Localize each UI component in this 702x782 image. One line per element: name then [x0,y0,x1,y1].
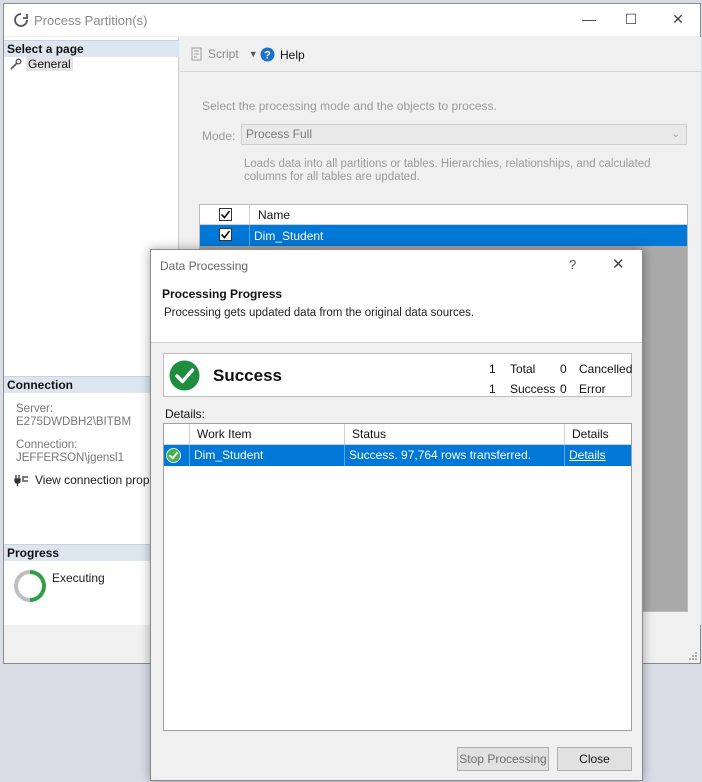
table-row[interactable]: Dim_Student Success. 97,764 rows transfe… [164,445,631,466]
work-item-column-header[interactable]: Work Item [190,424,345,444]
connection-label: Connection: [16,439,78,451]
progress-spinner-icon [14,570,46,602]
work-item-cell: Dim_Student [190,445,345,466]
row-checkbox[interactable] [219,228,232,241]
dialog-title-bar: Data Processing ? ✕ [151,250,642,281]
details-cell: Details [565,445,633,466]
svg-text:?: ? [264,50,271,62]
mode-label: Mode: [202,129,236,143]
mode-select[interactable]: Process Full ⌄ [241,124,687,145]
maximize-button[interactable]: ☐ [623,11,639,27]
mode-description: Loads data into all partitions or tables… [244,158,651,183]
view-connection-label: View connection propert [35,473,164,487]
success-check-icon [166,448,181,463]
grid-header: Name [200,205,687,225]
process-icon [14,13,28,27]
status-column-header[interactable]: Status [345,424,565,444]
icon-column-header [164,424,190,444]
cancelled-count: 0 [560,362,567,376]
error-label: Error [579,382,606,396]
script-dropdown-icon[interactable]: ▼ [249,49,258,59]
title-bar: Process Partition(s) — ☐ ✕ [4,4,700,36]
success-check-icon [169,360,200,391]
status-cell: Success. 97,764 rows transferred. [345,445,565,466]
connection-value: JEFFERSON\jgensl1 [16,452,125,464]
dialog-header: Processing Progress Processing gets upda… [151,281,642,343]
error-count: 0 [560,382,567,396]
progress-status: Executing [52,571,105,585]
window-title: Process Partition(s) [34,13,148,28]
row-name: Dim_Student [254,229,324,243]
server-label: Server: [16,403,54,415]
resize-grip-icon[interactable] [688,651,698,661]
details-label: Details: [165,407,206,421]
chevron-down-icon: ⌄ [671,129,680,140]
details-grid-header: Work Item Status Details [164,424,631,445]
server-value: E275DWDBH2\BITBM [16,416,132,428]
close-button[interactable]: Close [557,747,632,771]
instruction-text: Select the processing mode and the objec… [202,99,497,113]
details-column-header[interactable]: Details [565,424,633,444]
dialog-heading: Processing Progress [162,287,283,301]
total-count: 1 [489,362,496,376]
success-count: 1 [489,382,496,396]
select-all-cell[interactable] [200,205,250,224]
minimize-button[interactable]: — [581,11,597,27]
details-grid: Work Item Status Details Dim_Student Suc… [163,423,632,731]
help-label: Help [280,47,305,62]
wrench-icon [10,58,22,70]
script-icon [191,47,202,61]
row-check-cell[interactable] [200,225,250,246]
script-button[interactable]: Script ▼ [190,47,258,61]
status-summary: Success 1 Total 0 Cancelled 1 Success 0 … [163,353,632,397]
dialog-close-icon[interactable]: ✕ [612,255,625,273]
cancelled-label: Cancelled [579,362,633,376]
dialog-subheading: Processing gets updated data from the or… [164,307,475,319]
page-item-label: General [26,57,73,71]
mode-value: Process Full [246,127,313,141]
script-label: Script [208,47,239,61]
close-window-button[interactable]: ✕ [670,11,686,27]
stop-processing-button[interactable]: Stop Processing [457,747,549,771]
select-page-header: Select a page [4,40,179,57]
help-icon: ? [260,47,275,62]
toolbar: Script ▼ ? Help [180,37,701,72]
row-status-cell [164,445,190,466]
name-column-header: Name [258,208,291,222]
table-row[interactable]: Dim_Student [200,225,687,246]
status-text: Success [213,366,282,385]
data-processing-dialog: Data Processing ? ✕ Processing Progress … [150,249,643,781]
success-label: Success [510,382,556,396]
total-label: Total [510,362,536,376]
select-all-checkbox[interactable] [219,208,232,221]
dialog-help-button[interactable]: ? [569,257,576,272]
page-item-general[interactable]: General [10,57,73,71]
connection-plug-icon [14,475,28,486]
details-link[interactable]: Details [569,448,606,462]
help-button[interactable]: ? Help [260,47,305,62]
dialog-title: Data Processing [160,259,249,273]
